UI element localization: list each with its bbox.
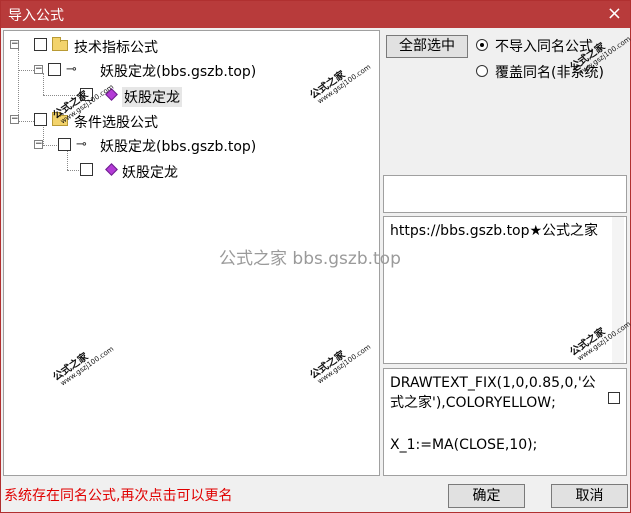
formula-icon	[105, 163, 118, 176]
tree-node-label: 妖股定龙	[122, 165, 178, 181]
radio-no-import[interactable]	[476, 39, 488, 51]
import-formula-dialog: 导入公式 × − 技术指标公式 − ⊸ 妖股定龙(bbs.gszb.top) 妖…	[0, 0, 631, 513]
tree-node-label: 技术指标公式	[74, 40, 158, 56]
tree-node-label: 条件选股公式	[74, 115, 158, 131]
tree-node-tech-indicator[interactable]: − 技术指标公式	[10, 36, 210, 56]
collapse-icon[interactable]: −	[34, 140, 43, 149]
checkbox[interactable]	[48, 63, 61, 76]
close-icon[interactable]: ×	[607, 3, 622, 24]
code-line: DRAWTEXT_FIX(1,0,0.85,0,'公式之家'),COLORYEL…	[390, 375, 596, 411]
collapse-icon[interactable]: −	[10, 115, 19, 124]
code-line: X_1:=MA(CLOSE,10);	[390, 437, 538, 453]
tree-node-label: 妖股定龙	[122, 87, 182, 107]
scrollbar[interactable]	[612, 217, 624, 363]
description-text: https://bbs.gszb.top★公式之家	[390, 223, 599, 239]
tree-node-formula-group[interactable]: − ⊸ 妖股定龙(bbs.gszb.top)	[34, 60, 294, 80]
key-icon: ⊸	[66, 62, 77, 77]
select-all-button[interactable]: 全部选中	[386, 35, 468, 58]
checkbox[interactable]	[58, 138, 71, 151]
collapse-icon[interactable]: −	[10, 40, 19, 49]
radio-overwrite[interactable]	[476, 65, 488, 77]
tree-node-label: 妖股定龙(bbs.gszb.top)	[100, 139, 257, 155]
window-title: 导入公式	[8, 8, 64, 24]
code-box[interactable]: DRAWTEXT_FIX(1,0,0.85,0,'公式之家'),COLORYEL…	[383, 368, 627, 476]
key-icon: ⊸	[76, 137, 87, 152]
checkbox[interactable]	[80, 163, 93, 176]
ok-button[interactable]: 确定	[448, 484, 525, 508]
tree-node-label: 妖股定龙(bbs.gszb.top)	[100, 64, 257, 80]
tree-node-formula[interactable]: 妖股定龙	[78, 161, 198, 181]
center-watermark: 公式之家 bbs.gszb.top	[219, 249, 401, 269]
checkbox[interactable]	[34, 113, 47, 126]
cancel-button[interactable]: 取消	[551, 484, 628, 508]
collapse-icon[interactable]: −	[34, 65, 43, 74]
tree-node-stock-selection[interactable]: − 条件选股公式	[10, 111, 210, 131]
checkbox[interactable]	[608, 392, 620, 404]
title-bar: 导入公式 ×	[1, 1, 630, 28]
folder-icon	[52, 37, 68, 51]
tree-node-formula-group[interactable]: − ⊸ 妖股定龙(bbs.gszb.top)	[34, 135, 294, 155]
name-field[interactable]	[383, 175, 627, 213]
checkbox[interactable]	[34, 38, 47, 51]
status-message: 系统存在同名公式,再次点击可以更名	[4, 488, 233, 504]
